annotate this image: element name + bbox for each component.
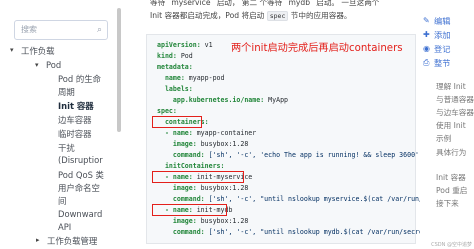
toc-item[interactable]: 理解 Init (436, 81, 466, 92)
code-block: apiVersion: v1 kind: Pod metadata: name:… (146, 34, 443, 244)
sidebar-item-init-containers[interactable]: Init 容器 (58, 100, 94, 112)
print-icon[interactable]: ⎙ (423, 58, 429, 68)
sidebar-item-pod-lifecycle[interactable]: Pod 的生命 (58, 73, 101, 85)
chevron-right-icon[interactable]: ▸ (36, 236, 40, 244)
login-icon[interactable]: ◉ (423, 44, 430, 53)
sidebar-item-user-namespaces-cont[interactable]: 间 (58, 195, 66, 207)
code-line: kind: Pod (157, 52, 193, 60)
code-line: metadata: (157, 63, 193, 71)
sidebar-item-pod[interactable]: Pod (46, 60, 61, 70)
search-icon[interactable]: ⌕ (97, 21, 102, 39)
code-line: spec: (157, 107, 177, 115)
edit-link[interactable]: 编辑 (434, 15, 450, 27)
add-link[interactable]: 添加 (434, 29, 450, 41)
toc-item[interactable]: 具体行为 (436, 147, 466, 158)
containers-highlight-box (152, 116, 202, 128)
sidebar-item-disruptions-cont[interactable]: (Disruptior (58, 155, 103, 165)
annotation-text: 两个init启动完成后再启动containers (231, 43, 403, 54)
chevron-down-icon[interactable]: ▾ (10, 46, 14, 54)
login-link[interactable]: 登记 (434, 43, 450, 55)
sidebar-item-user-namespaces[interactable]: 用户命名空 (58, 182, 100, 194)
code-line: name: myapp-pod (157, 74, 225, 82)
intro-text-a: Init 容器都启动完成，Pod 将启动 (150, 11, 265, 20)
code-line: command: ['sh', '-c', "until nslookup my… (157, 228, 443, 236)
sidebar-item-pod-lifecycle-cont[interactable]: 周期 (58, 86, 75, 98)
sidebar-item-disruptions[interactable]: 干扰 (58, 142, 75, 154)
intro-text-b: 节中的应用容器。 (290, 11, 352, 20)
sidebar-item-sidecar[interactable]: 边车容器 (58, 114, 92, 126)
footer-watermark: CSDN @空中追梦 (431, 242, 472, 248)
toc-item[interactable]: 使用 Init (436, 120, 466, 131)
code-line: labels: (157, 85, 193, 93)
code-line: image: busybox:1.28 (157, 140, 249, 148)
code-line: app.kubernetes.io/name: MyApp (157, 96, 289, 104)
search-input-text: 搜索 (21, 25, 37, 34)
search-input[interactable]: 搜索 ⌕ (14, 20, 108, 40)
toc-item[interactable]: 与边车容器 (436, 107, 474, 118)
code-line: - name: myapp-container (157, 129, 257, 137)
toc-item[interactable]: Pod 重启 (436, 185, 467, 196)
plus-icon[interactable]: ✚ (423, 30, 430, 39)
toc-item[interactable]: 示例 (436, 133, 451, 144)
code-line: command: ['sh', '-c', "until nslookup my… (157, 195, 443, 203)
code-line: command: ['sh', '-c', 'echo The app is r… (157, 151, 423, 159)
toc-item[interactable]: Init 容器 (436, 172, 466, 183)
chevron-down-icon[interactable]: ▾ (35, 61, 39, 69)
sidebar-item-qos[interactable]: Pod QoS 类 (58, 169, 104, 181)
inline-code-spec: spec (266, 11, 289, 21)
sidebar-item-workload-management[interactable]: 工作负载管理 (47, 235, 97, 247)
init-mydb-highlight-box (152, 204, 227, 216)
left-sidebar: 搜索 ⌕ ▾ 工作负载 ▾ Pod Pod 的生命 周期 Init 容器 边车容… (0, 0, 128, 249)
toc-item[interactable]: 接下来 (436, 198, 459, 209)
sidebar-item-downward-api-cont[interactable]: API (58, 222, 71, 232)
code-line: image: busybox:1.28 (157, 184, 249, 192)
code-line: initContainers: (157, 162, 225, 170)
edit-icon[interactable]: ✎ (423, 16, 430, 25)
code-line: apiVersion: v1 (157, 41, 213, 49)
sidebar-scrollbar[interactable] (117, 8, 121, 132)
sidebar-item-workloads[interactable]: 工作负载 (21, 45, 55, 57)
toc-item[interactable]: 与普通容器 (436, 94, 474, 105)
main-content: 等待 `myservice` 启动， 第二 个等待 `mydb` 启动。 一旦这… (128, 0, 443, 249)
right-sidebar: ✎ 编辑 ✚ 添加 ◉ 登记 ⎙ 整节 理解 Init 与普通容器 与边车容器 … (420, 0, 474, 249)
sidebar-item-ephemeral[interactable]: 临时容器 (58, 128, 92, 140)
init-myservice-highlight-box (152, 171, 244, 183)
intro-paragraph-line2: Init 容器都启动完成，Pod 将启动 spec 节中的应用容器。 (150, 10, 352, 21)
print-link[interactable]: 整节 (434, 57, 450, 69)
intro-paragraph-line1: 等待 `myservice` 启动， 第二 个等待 `mydb` 启动。 一旦这… (150, 0, 380, 7)
sidebar-item-downward-api[interactable]: Downward (58, 209, 102, 219)
code-line: image: busybox:1.28 (157, 217, 249, 225)
